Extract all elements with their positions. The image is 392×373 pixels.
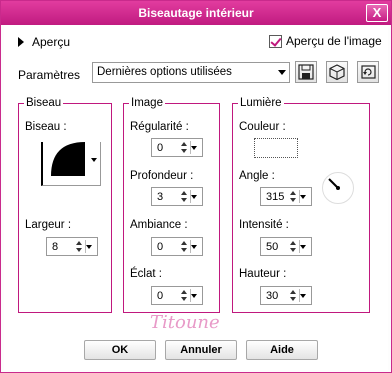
preset-library-button[interactable] xyxy=(326,61,348,83)
angle-label: Angle : xyxy=(239,170,275,182)
preview-toggle-label: Aperçu xyxy=(32,35,71,49)
image-group-title: Image xyxy=(129,97,165,110)
spinner-down-icon[interactable] xyxy=(181,197,189,205)
shine-label: Éclat : xyxy=(130,268,162,280)
presets-select[interactable]: Dernières options utilisées xyxy=(92,62,290,83)
spinner-up-icon[interactable] xyxy=(181,140,189,148)
spinner-up-icon[interactable] xyxy=(181,239,189,247)
light-color-label: Couleur : xyxy=(239,121,286,133)
title-bar[interactable]: Biseautage intérieur X xyxy=(1,1,391,25)
dropdown-arrow-icon[interactable] xyxy=(190,238,200,255)
smoothness-spinner[interactable]: 0 xyxy=(151,138,203,157)
expand-triangle-icon xyxy=(18,37,24,47)
elevation-value: 30 xyxy=(266,290,279,302)
spinner-up-icon[interactable] xyxy=(181,288,189,296)
spinner-up-icon[interactable] xyxy=(290,239,298,247)
dropdown-arrow-icon[interactable] xyxy=(299,188,309,205)
ambience-label: Ambiance : xyxy=(130,219,188,231)
angle-dial[interactable] xyxy=(322,172,354,204)
elevation-spinner[interactable]: 30 xyxy=(260,286,312,305)
shine-value: 0 xyxy=(157,290,164,302)
spinner-up-icon[interactable] xyxy=(181,189,189,197)
cube-icon xyxy=(329,64,345,81)
dialog-body: Aperçu Aperçu de l'image Paramètres Dern… xyxy=(4,25,388,370)
dropdown-arrow-icon[interactable] xyxy=(190,287,200,304)
show-image-label: Aperçu de l'image xyxy=(286,34,382,48)
bevel-width-label: Largeur : xyxy=(25,219,72,231)
bevel-shape-picker[interactable] xyxy=(41,142,101,186)
dropdown-arrow-icon[interactable] xyxy=(275,63,289,82)
spinner-down-icon[interactable] xyxy=(290,247,298,255)
dialog-window: Biseautage intérieur X Aperçu Aperçu de … xyxy=(0,0,392,373)
close-icon: X xyxy=(372,5,382,20)
presets-label: Paramètres xyxy=(18,68,81,82)
smoothness-value: 0 xyxy=(157,142,164,154)
dropdown-arrow-icon[interactable] xyxy=(190,188,200,205)
light-group: Lumière Couleur : Angle : 315 Intensité … xyxy=(232,97,370,313)
reset-button[interactable] xyxy=(357,61,379,83)
elevation-label: Hauteur : xyxy=(239,268,287,280)
depth-spinner[interactable]: 3 xyxy=(151,187,203,206)
spinner-down-icon[interactable] xyxy=(181,148,189,156)
help-button[interactable]: Aide xyxy=(246,340,318,360)
depth-value: 3 xyxy=(157,191,164,203)
spinner-down-icon[interactable] xyxy=(290,296,298,304)
bevel-shape-label: Biseau : xyxy=(25,121,67,133)
spinner-up-icon[interactable] xyxy=(290,288,298,296)
watermark-signature: Titoune xyxy=(150,312,220,333)
preview-toggle[interactable]: Aperçu xyxy=(18,35,70,49)
bevel-group-title: Biseau xyxy=(24,97,64,110)
dropdown-arrow-icon[interactable] xyxy=(299,238,309,255)
spinner-down-icon[interactable] xyxy=(181,296,189,304)
shine-spinner[interactable]: 0 xyxy=(151,286,203,305)
angle-dial-needle xyxy=(328,178,340,190)
ok-button[interactable]: OK xyxy=(84,340,156,360)
spinner-down-icon[interactable] xyxy=(181,247,189,255)
depth-label: Profondeur : xyxy=(130,170,194,182)
close-button[interactable]: X xyxy=(366,4,388,22)
spinner-up-icon[interactable] xyxy=(290,189,298,197)
dialog-title: Biseautage intérieur xyxy=(138,6,254,20)
ambience-spinner[interactable]: 0 xyxy=(151,237,203,256)
dropdown-arrow-icon[interactable] xyxy=(190,139,200,156)
dropdown-arrow-icon[interactable] xyxy=(299,287,309,304)
bevel-shape-preview xyxy=(51,142,85,176)
light-color-swatch[interactable] xyxy=(254,138,298,158)
light-group-title: Lumière xyxy=(238,97,284,110)
bevel-group: Biseau Biseau : Largeur : 8 xyxy=(18,97,112,313)
show-image-checkbox[interactable] xyxy=(269,34,282,48)
save-preset-button[interactable] xyxy=(295,61,317,83)
dropdown-arrow-icon[interactable] xyxy=(85,238,95,255)
image-group: Image Régularité : 0 Profondeur : 3 Ambi… xyxy=(123,97,220,313)
angle-value: 315 xyxy=(266,191,285,203)
reset-icon xyxy=(361,65,376,79)
intensity-value: 50 xyxy=(266,241,279,253)
spinner-down-icon[interactable] xyxy=(76,247,84,255)
show-image-checkbox-row[interactable]: Aperçu de l'image xyxy=(269,34,382,48)
dropdown-arrow-icon[interactable] xyxy=(91,158,97,162)
spinner-up-icon[interactable] xyxy=(76,239,84,247)
bevel-width-value: 8 xyxy=(52,241,59,253)
save-icon xyxy=(298,64,314,80)
angle-spinner[interactable]: 315 xyxy=(260,187,312,206)
smoothness-label: Régularité : xyxy=(130,121,189,133)
spinner-down-icon[interactable] xyxy=(290,197,298,205)
intensity-spinner[interactable]: 50 xyxy=(260,237,312,256)
bevel-width-spinner[interactable]: 8 xyxy=(46,237,98,256)
cancel-button[interactable]: Annuler xyxy=(165,340,237,360)
ambience-value: 0 xyxy=(157,241,164,253)
presets-selected-value: Dernières options utilisées xyxy=(97,66,232,78)
intensity-label: Intensité : xyxy=(239,219,289,231)
